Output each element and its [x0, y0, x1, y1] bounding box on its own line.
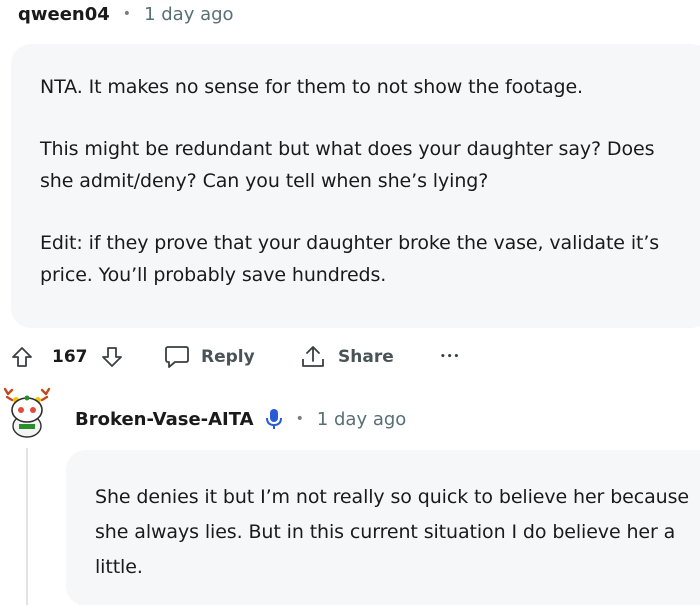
- comment-paragraph: NTA. It makes no sense for them to not s…: [40, 76, 583, 98]
- comment-header: qween04 • 1 day ago: [18, 1, 234, 27]
- share-button[interactable]: Share: [300, 343, 394, 371]
- reply-header: Broken-Vase-AITA • 1 day ago: [75, 405, 406, 433]
- meta-separator: •: [295, 411, 304, 427]
- upvote-icon[interactable]: [10, 345, 34, 369]
- downvote-icon[interactable]: [100, 345, 124, 369]
- share-icon: [300, 344, 326, 370]
- reply-username[interactable]: Broken-Vase-AITA: [75, 409, 254, 430]
- reply-icon: [163, 344, 191, 370]
- meta-separator: •: [122, 6, 132, 22]
- vote-count: 167: [52, 347, 88, 367]
- reply-body: She denies it but I’m not really so quic…: [66, 450, 700, 605]
- comment-timestamp[interactable]: 1 day ago: [144, 4, 233, 25]
- avatar-icon[interactable]: [2, 386, 52, 440]
- comment-body: NTA. It makes no sense for them to not s…: [11, 44, 700, 328]
- reply-paragraph: She denies it but I’m not really so quic…: [95, 486, 689, 578]
- comment-thread: qween04 • 1 day ago NTA. It makes no sen…: [0, 0, 700, 605]
- comment-action-bar: 167 Reply Share •••: [0, 337, 700, 377]
- microphone-badge-icon: [265, 408, 283, 430]
- share-label: Share: [338, 347, 394, 367]
- reply-button[interactable]: Reply: [163, 343, 255, 371]
- reply-timestamp[interactable]: 1 day ago: [317, 409, 406, 430]
- comment-paragraph: This might be redundant but what does yo…: [40, 138, 655, 192]
- reply-label: Reply: [201, 347, 255, 367]
- thread-line: [26, 448, 28, 605]
- comment-username[interactable]: qween04: [18, 4, 110, 25]
- comment-paragraph: Edit: if they prove that your daughter b…: [40, 232, 660, 286]
- more-options-icon[interactable]: •••: [440, 345, 460, 369]
